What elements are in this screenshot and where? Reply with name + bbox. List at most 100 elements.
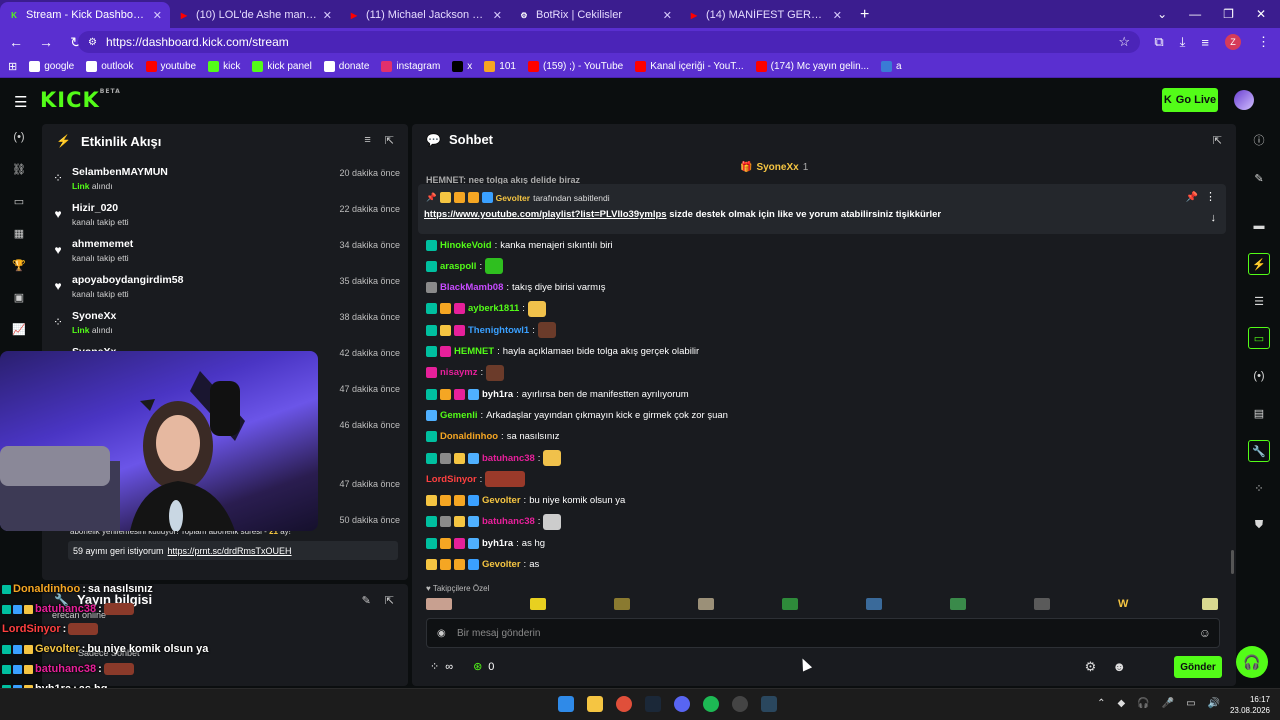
stack-icon[interactable]: ▤: [1248, 402, 1270, 424]
media-icon[interactable]: ≡: [1201, 35, 1209, 50]
chevron-down-icon[interactable]: ⌄: [1157, 7, 1167, 21]
bookmark-item[interactable]: (174) Mc yayın gelin...: [755, 61, 869, 72]
sub-message-link[interactable]: https://prnt.sc/drdRmsTxOUEH: [168, 546, 292, 556]
bookmark-item[interactable]: (159) ;) - YouTube: [527, 61, 623, 72]
steam-icon[interactable]: [761, 696, 777, 712]
support-button[interactable]: 🎧: [1236, 646, 1268, 678]
edit-icon[interactable]: ✎: [1248, 167, 1270, 189]
emote-icon[interactable]: [950, 598, 966, 610]
mic-icon[interactable]: 🎤: [1162, 698, 1174, 709]
close-icon[interactable]: ✕: [323, 9, 332, 22]
forward-icon[interactable]: →: [38, 34, 54, 50]
chat-username[interactable]: byh1ra: [482, 389, 513, 400]
close-icon[interactable]: ✕: [493, 9, 502, 22]
window-icon[interactable]: ▭: [10, 192, 28, 210]
trophy-icon[interactable]: 🏆: [10, 256, 28, 274]
wrench-icon[interactable]: 🔧: [1248, 440, 1270, 462]
bookmark-item[interactable]: kick panel: [252, 61, 312, 72]
emote-icon[interactable]: [1202, 598, 1218, 610]
user-avatar[interactable]: [1234, 90, 1254, 110]
bookmark-item[interactable]: instagram: [381, 61, 440, 72]
send-button[interactable]: Gönder: [1174, 656, 1222, 678]
bookmark-item[interactable]: google: [29, 61, 74, 72]
window-icon[interactable]: ▬: [1248, 215, 1270, 237]
browser-tab[interactable]: ▶ (14) MANİFEST GERÇEKLERİ - H ✕: [680, 2, 850, 28]
download-icon[interactable]: ⤓: [1180, 34, 1186, 50]
emote-icon[interactable]: [614, 598, 630, 610]
restore-icon[interactable]: ❐: [1223, 7, 1234, 21]
spotify-icon[interactable]: [703, 696, 719, 712]
gear-icon[interactable]: ⚙: [1085, 659, 1097, 675]
chat-username[interactable]: ayberk1811: [468, 303, 519, 314]
bookmark-item[interactable]: kick: [208, 61, 240, 72]
chat-username[interactable]: BlackMamb08: [440, 282, 503, 293]
obs-icon[interactable]: [732, 696, 748, 712]
chat-username[interactable]: LordSinyor: [426, 474, 477, 485]
chat-username[interactable]: Thenightowl1: [468, 325, 529, 336]
bookmark-item[interactable]: outlook: [86, 61, 134, 72]
broadcast-icon[interactable]: (•): [1248, 365, 1270, 387]
activity-username[interactable]: ahmememet: [72, 238, 133, 250]
extensions-icon[interactable]: ⧉: [1154, 34, 1163, 50]
browser-tab[interactable]: ▶ (11) Michael Jackson Ölmedi: I ✕: [340, 2, 510, 28]
close-icon[interactable]: ✕: [153, 9, 162, 22]
browser-tab[interactable]: ⚙ BotRix | Cekilisler ✕: [510, 2, 680, 28]
browser-tab[interactable]: ▶ (10) LOL'de Ashe maninsen MU ✕: [170, 2, 340, 28]
chart-icon[interactable]: 📈: [10, 320, 28, 338]
steam-icon[interactable]: [645, 696, 661, 712]
explorer-icon[interactable]: [587, 696, 603, 712]
activity-username[interactable]: apoyaboydangirdim58: [72, 274, 183, 286]
new-tab-icon[interactable]: +: [850, 2, 879, 28]
expand-icon[interactable]: ↓: [1211, 212, 1217, 224]
activity-item[interactable]: ♥ Hizir_020 kanalı takip etti 22 dakika önc…: [50, 202, 400, 236]
top-gifter[interactable]: 🎁 SyoneXx 1: [740, 162, 808, 173]
bookmark-item[interactable]: Kanal içeriği - YouT...: [635, 61, 744, 72]
chat-username[interactable]: byh1ra: [482, 538, 513, 549]
media-icon[interactable]: ▣: [10, 288, 28, 306]
info-icon[interactable]: ⓘ: [1248, 129, 1270, 151]
clock[interactable]: 16:17 23.08.2026: [1230, 694, 1270, 716]
lightning-icon[interactable]: ⚡: [1248, 253, 1270, 275]
chat-username[interactable]: HEMNET: [454, 346, 494, 357]
bookmark-item[interactable]: donate: [323, 61, 369, 72]
bookmark-item[interactable]: youtube: [145, 61, 196, 72]
volume-icon[interactable]: 🔊: [1208, 698, 1220, 709]
close-icon[interactable]: ✕: [833, 9, 842, 22]
unpin-icon[interactable]: 📌: [1186, 192, 1198, 203]
discord-icon[interactable]: [674, 696, 690, 712]
back-icon[interactable]: ←: [8, 34, 24, 50]
steam-tray-icon[interactable]: ◆: [1117, 698, 1125, 709]
pinned-by-user[interactable]: Gevolter: [496, 193, 531, 203]
popout-icon[interactable]: ⇱: [1213, 134, 1222, 147]
activity-item[interactable]: ⁘ SyoneXx Link alındı 38 dakika önce: [50, 310, 400, 344]
activity-username[interactable]: SelambenMAYMUN: [72, 166, 168, 178]
bookmark-item[interactable]: a: [880, 61, 902, 72]
url-field[interactable]: ⚙ https://dashboard.kick.com/stream ☆: [78, 31, 1140, 53]
activity-username[interactable]: SyoneXx: [72, 310, 116, 322]
emote-picker-icon[interactable]: ☻: [1112, 659, 1126, 675]
minimize-icon[interactable]: —: [1189, 7, 1201, 21]
emote-w-icon[interactable]: W: [1118, 598, 1134, 610]
stats-icon[interactable]: ▦: [10, 224, 28, 242]
more-icon[interactable]: ⋮: [1205, 190, 1216, 203]
chat-username[interactable]: Gevolter: [482, 559, 521, 570]
site-info-icon[interactable]: ⚙: [88, 37, 97, 48]
kick-logo[interactable]: KICKBETA: [40, 88, 121, 112]
hamburger-icon[interactable]: ☰: [14, 93, 27, 111]
pinned-link[interactable]: https://www.youtube.com/playlist?list=PL…: [424, 209, 667, 220]
activity-item[interactable]: ♥ ahmememet kanalı takip etti 34 dakika önc…: [50, 238, 400, 272]
activity-username[interactable]: Hizir_020: [72, 202, 118, 214]
list-icon[interactable]: ☰: [1248, 290, 1270, 312]
start-icon[interactable]: [558, 696, 574, 712]
bookmark-item[interactable]: x: [452, 61, 472, 72]
emote-icon[interactable]: [530, 598, 546, 610]
close-icon[interactable]: ✕: [663, 9, 672, 22]
chevron-up-icon[interactable]: ⌃: [1097, 698, 1105, 709]
close-icon[interactable]: ✕: [1256, 7, 1266, 21]
chat-icon[interactable]: ▭: [1248, 327, 1270, 349]
chat-username[interactable]: Gemenli: [440, 410, 478, 421]
chat-input[interactable]: ◉ Bir mesaj gönderin ☺: [426, 618, 1220, 648]
chat-username[interactable]: araspoll: [440, 261, 476, 272]
activity-item[interactable]: ♥ apoyaboydangirdim58 kanalı takip etti 35 …: [50, 274, 400, 308]
pinned-message[interactable]: 📌 Gevolter tarafından sabitlendi https://w…: [418, 184, 1226, 234]
